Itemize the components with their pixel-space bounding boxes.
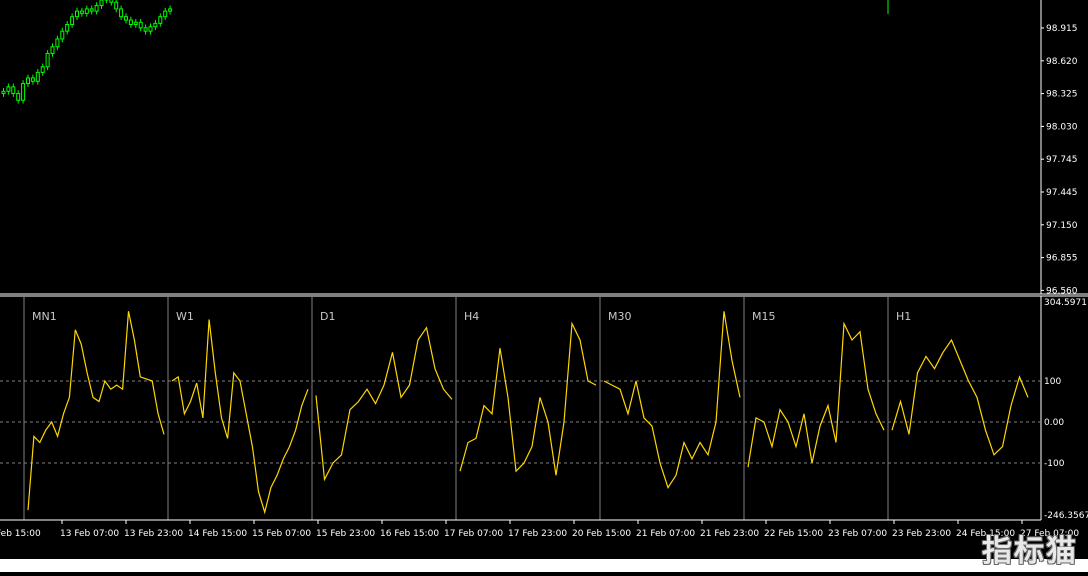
price-axis-label: 97.150 (1046, 221, 1078, 231)
time-axis-label: 21 Feb 07:00 (636, 529, 695, 539)
candle-body (55, 38, 60, 48)
candle-body (6, 86, 11, 92)
price-pane[interactable]: 98.915 98.620 98.325 98.030 97.745 97.445 97.1… (1, 0, 1078, 296)
candle-body (99, 0, 104, 7)
indicator-series-mn1 (27, 311, 165, 511)
candle-body (119, 8, 124, 18)
timeframe-label: H4 (464, 310, 479, 323)
indicator-axis-minus100: -100 (1044, 459, 1065, 469)
indicator-series-w1 (171, 319, 309, 515)
timeframe-label: M15 (752, 310, 776, 323)
indicator-axis-top: 304.5971 (1044, 298, 1087, 308)
candle-body (148, 26, 153, 32)
candle-body (16, 93, 21, 101)
status-strip (0, 559, 1088, 572)
candle-body (11, 86, 16, 95)
time-axis-label: 13 Feb 07:00 (60, 529, 119, 539)
candle-body (128, 19, 133, 25)
candle-body (114, 1, 119, 10)
candle-body (143, 27, 148, 32)
time-axis-label: 16 Feb 15:00 (380, 529, 439, 539)
time-axis-label: 15 Feb 07:00 (252, 529, 311, 539)
candle-body (50, 46, 55, 54)
time-axis-label: 24 Feb 15:00 (956, 529, 1015, 539)
candle-body (30, 77, 35, 82)
candle-body (138, 21, 143, 29)
candle-body (94, 5, 99, 12)
price-axis: 98.915 98.620 98.325 98.030 97.745 97.445 97.1… (1041, 24, 1078, 296)
timeframe-label: W1 (176, 310, 194, 323)
indicator-lines (27, 311, 1029, 515)
indicator-series-h4 (459, 321, 597, 476)
price-axis-label: 98.915 (1046, 24, 1078, 34)
candle-body (75, 10, 79, 18)
time-axis-label: 13 Feb 23:00 (124, 529, 183, 539)
candle-body (70, 16, 75, 26)
time-axis-label: 15 Feb 23:00 (316, 529, 375, 539)
candle-body (79, 10, 84, 14)
timeframe-separators (23, 297, 889, 520)
time-axis-label: 17 Feb 23:00 (508, 529, 567, 539)
timeframe-labels: MN1 W1 D1 H4 M30 M15 H1 (32, 310, 911, 323)
candle-body (21, 83, 26, 101)
time-axis-label: 20 Feb 15:00 (572, 529, 631, 539)
timeframe-label: D1 (320, 310, 335, 323)
trading-terminal-chart[interactable]: 98.915 98.620 98.325 98.030 97.745 97.445 97.1… (0, 0, 1088, 572)
candle-body (35, 71, 40, 82)
candle-body (84, 8, 89, 14)
price-axis-label: 97.445 (1046, 188, 1078, 198)
indicator-axis-bottom: -246.3567 (1044, 511, 1088, 521)
time-axis-label: 17 Feb 07:00 (444, 529, 503, 539)
price-axis-label: 98.030 (1046, 122, 1078, 132)
time-axis-label: 14 Feb 15:00 (188, 529, 247, 539)
time-axis-label: Feb 15:00 (0, 529, 41, 539)
price-axis-label: 96.855 (1046, 254, 1078, 264)
time-axis-label: 23 Feb 07:00 (828, 529, 887, 539)
candle-body (109, 0, 114, 3)
time-axis-label: 22 Feb 15:00 (764, 529, 823, 539)
indicator-series-m15 (747, 321, 885, 468)
time-axis-label: 23 Feb 23:00 (892, 529, 951, 539)
price-axis-label: 96.560 (1046, 286, 1078, 296)
candle-body (60, 30, 65, 40)
price-axis-label: 98.325 (1046, 90, 1078, 100)
candle-body (158, 16, 163, 24)
price-axis-label: 98.620 (1046, 57, 1078, 67)
candle-body (153, 22, 158, 28)
timeframe-label: H1 (896, 310, 911, 323)
indicator-series-m30 (603, 311, 741, 489)
time-axis-label: 21 Feb 23:00 (700, 529, 759, 539)
indicator-axis-zero: 0.00 (1044, 418, 1064, 428)
candle-body (168, 8, 173, 12)
candle-body (124, 16, 128, 21)
candle-body (1, 90, 6, 95)
candle-body (89, 8, 94, 12)
candle-body (65, 24, 70, 32)
indicator-series-d1 (315, 326, 453, 482)
time-axis-label: 27 Feb 07:00 (1020, 529, 1079, 539)
timeframe-label: M30 (608, 310, 632, 323)
candle-body (45, 52, 50, 68)
indicator-series-h1 (891, 338, 1029, 456)
price-candles (1, 0, 889, 104)
candle-body (133, 21, 138, 26)
candle-body (26, 77, 30, 85)
candle-body (40, 66, 45, 73)
indicator-axis-100: 100 (1044, 377, 1061, 387)
indicator-pane[interactable]: MN1 W1 D1 H4 M30 M15 H1 304.5971 100 0.00 -100… (0, 296, 1088, 521)
timeframe-label: MN1 (32, 310, 57, 323)
chart-canvas[interactable]: 98.915 98.620 98.325 98.030 97.745 97.445 97.1… (0, 0, 1088, 572)
candle-body (163, 10, 168, 18)
price-axis-label: 97.745 (1046, 155, 1078, 165)
time-axis: Feb 15:00 13 Feb 07:00 13 Feb 23:00 14 Feb … (0, 520, 1079, 539)
